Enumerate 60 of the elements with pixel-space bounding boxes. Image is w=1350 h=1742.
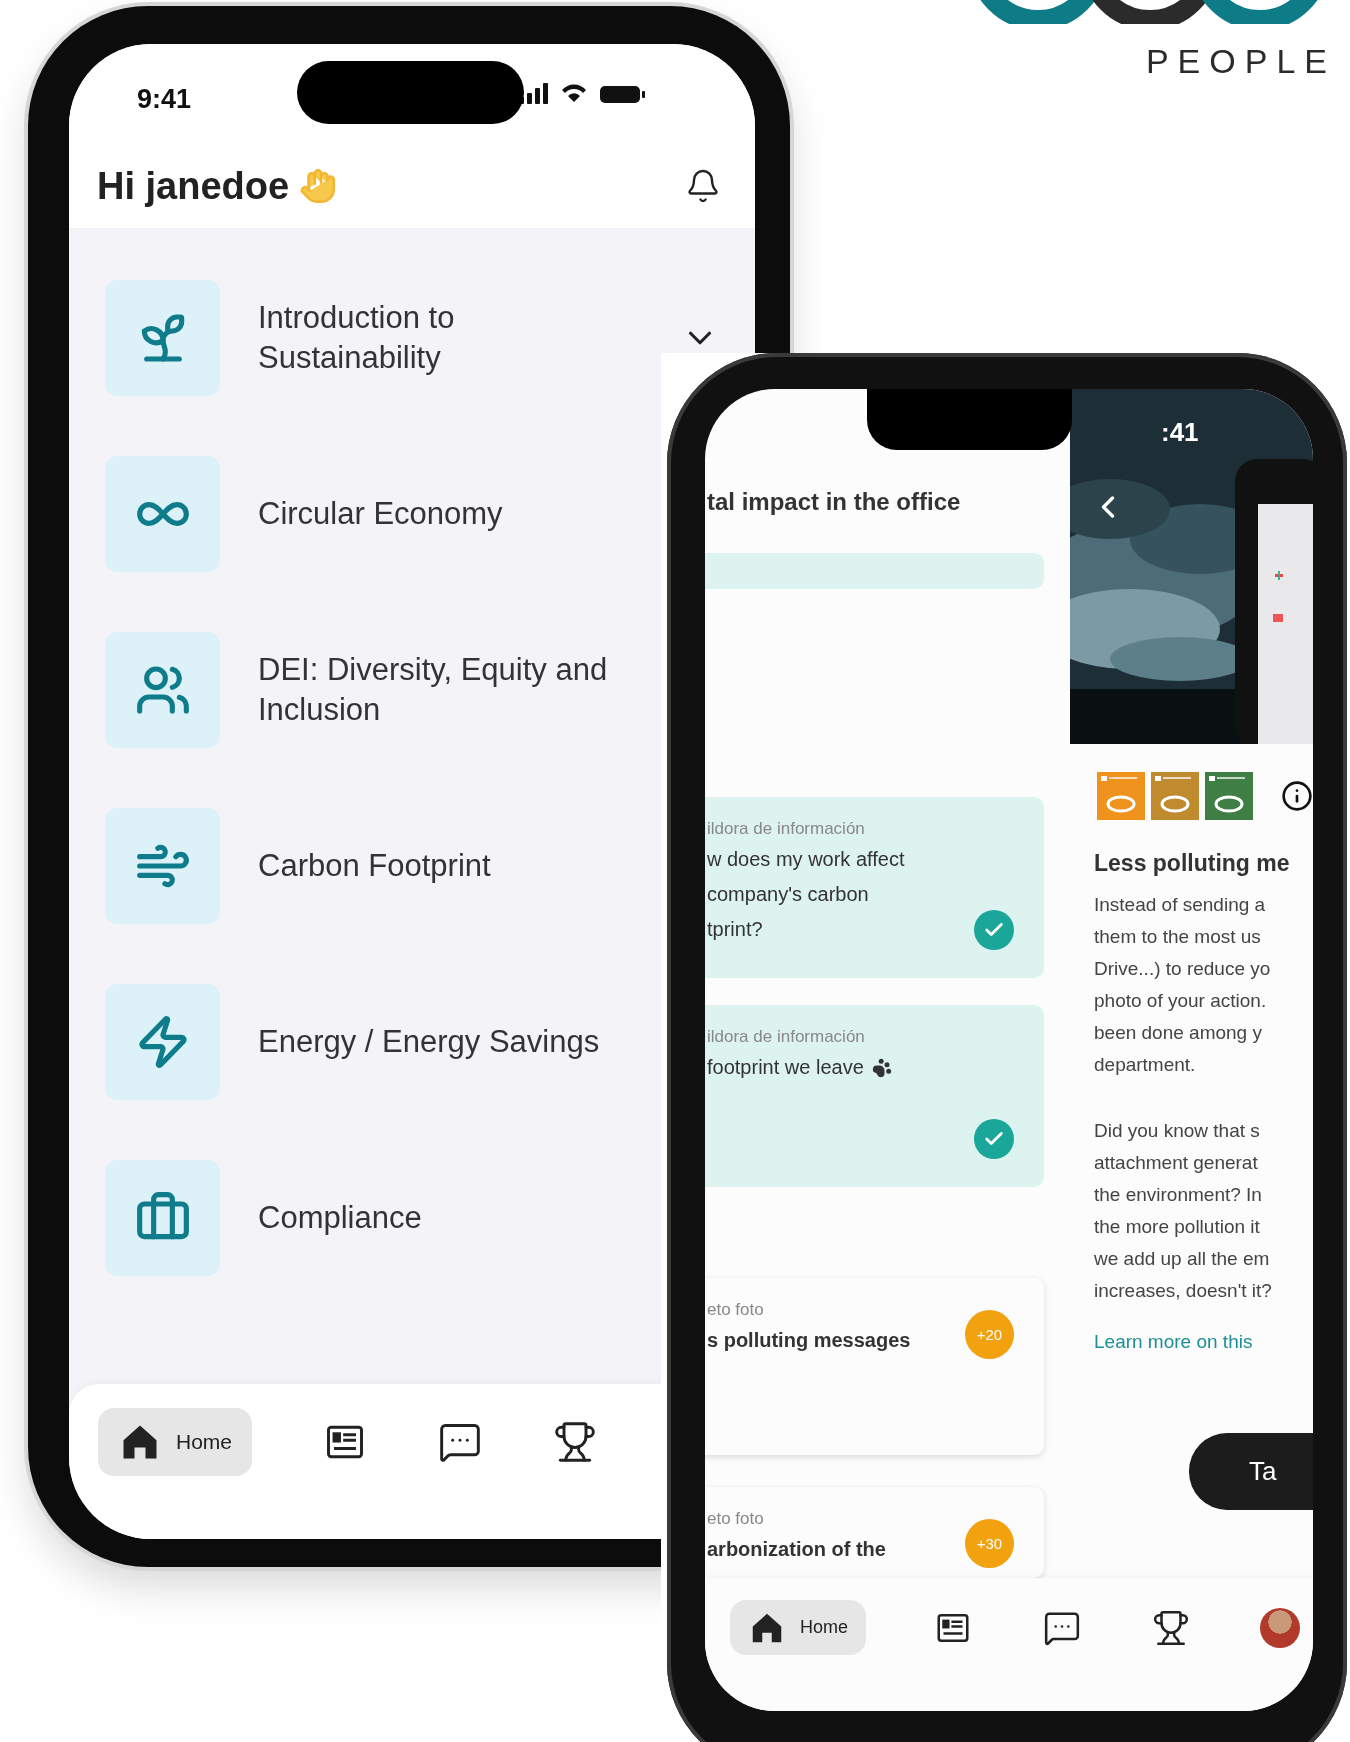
topic-title[interactable]: DEI: Diversity, Equity and Inclusion xyxy=(258,649,648,731)
info-icon[interactable] xyxy=(1281,780,1313,812)
description-text: the environment? In xyxy=(1094,1183,1263,1207)
home-tab[interactable]: Home xyxy=(98,1408,253,1476)
description-text: Drive...) to reduce yo xyxy=(1094,957,1272,981)
trophy-icon xyxy=(553,1420,598,1464)
topic-tile[interactable] xyxy=(105,456,220,572)
topic-title[interactable]: Introduction to Sustainability xyxy=(258,297,643,379)
description-text: been done among y xyxy=(1094,1021,1263,1045)
status-time: :41 xyxy=(1161,417,1199,448)
info-pill-card[interactable]: ildora de información w does my work affect company's carbon tprint? xyxy=(705,797,1044,978)
logo-text: PEOPLE xyxy=(1145,42,1336,81)
topic-title[interactable]: Carbon Footprint xyxy=(258,845,648,887)
description-text: department. xyxy=(1094,1053,1197,1077)
avatar-icon xyxy=(1260,1607,1300,1648)
card-category: ildora de información xyxy=(707,819,866,839)
wifi-icon xyxy=(562,84,586,104)
battery-icon xyxy=(600,85,645,103)
topic-tile[interactable] xyxy=(105,984,220,1100)
sdg-goal-icon[interactable] xyxy=(1205,772,1253,820)
description-text: photo of your action. xyxy=(1094,989,1268,1013)
learn-more-link[interactable]: Learn more on this xyxy=(1070,1307,1313,1353)
topic-tile[interactable] xyxy=(105,1160,220,1276)
challenge-card[interactable]: eto foto s polluting messages +20 xyxy=(705,1278,1044,1455)
points-badge: +20 xyxy=(965,1310,1014,1359)
topic-title[interactable]: Energy / Energy Savings xyxy=(258,1021,648,1063)
waving-hand-icon xyxy=(299,167,338,205)
card-title: arbonization of the xyxy=(707,1537,886,1562)
description-text: Instead of sending a xyxy=(1094,893,1267,917)
card-title: s polluting messages xyxy=(707,1328,911,1353)
description-text: attachment generat xyxy=(1094,1151,1259,1175)
sdg-goal-icon[interactable] xyxy=(1151,772,1199,820)
greeting-title: Hi janedoe xyxy=(97,164,290,208)
challenge-title: Less polluting me xyxy=(1093,849,1291,877)
challenge-card[interactable]: eto foto arbonization of the +30 xyxy=(705,1487,1044,1578)
status-time: 9:41 xyxy=(137,83,192,115)
topic-title[interactable]: Circular Economy xyxy=(258,493,648,535)
notifications-icon[interactable] xyxy=(685,168,721,204)
points-badge: +30 xyxy=(965,1519,1014,1568)
card-title: tprint? xyxy=(707,917,763,942)
card-category: eto foto xyxy=(707,1509,765,1529)
topic-tile[interactable] xyxy=(105,808,220,924)
card-category: eto foto xyxy=(707,1300,765,1320)
home-tab[interactable]: Home xyxy=(730,1600,866,1655)
card-title: footprint we leave xyxy=(707,1055,864,1080)
card-category: ildora de información xyxy=(707,1027,866,1047)
card-title: w does my work affect xyxy=(707,847,905,872)
description-text: Did you know that s xyxy=(1094,1119,1261,1143)
topic-title[interactable]: Compliance xyxy=(258,1197,648,1239)
info-pill-card[interactable]: ildora de información footprint we leave xyxy=(705,1005,1044,1187)
trophy-icon xyxy=(1152,1608,1190,1647)
action-button[interactable]: Ta xyxy=(1189,1433,1313,1510)
topic-tile[interactable] xyxy=(105,280,220,396)
topic-tile[interactable] xyxy=(105,632,220,748)
screen-title: tal impact in the office xyxy=(706,487,962,517)
description-text: we add up all the em xyxy=(1094,1247,1271,1271)
description-text: the more pollution it xyxy=(1094,1215,1261,1239)
description-text: them to the most us xyxy=(1094,925,1262,949)
description-text: increases, doesn't it? xyxy=(1094,1279,1273,1303)
card-title: company's carbon xyxy=(707,882,869,907)
